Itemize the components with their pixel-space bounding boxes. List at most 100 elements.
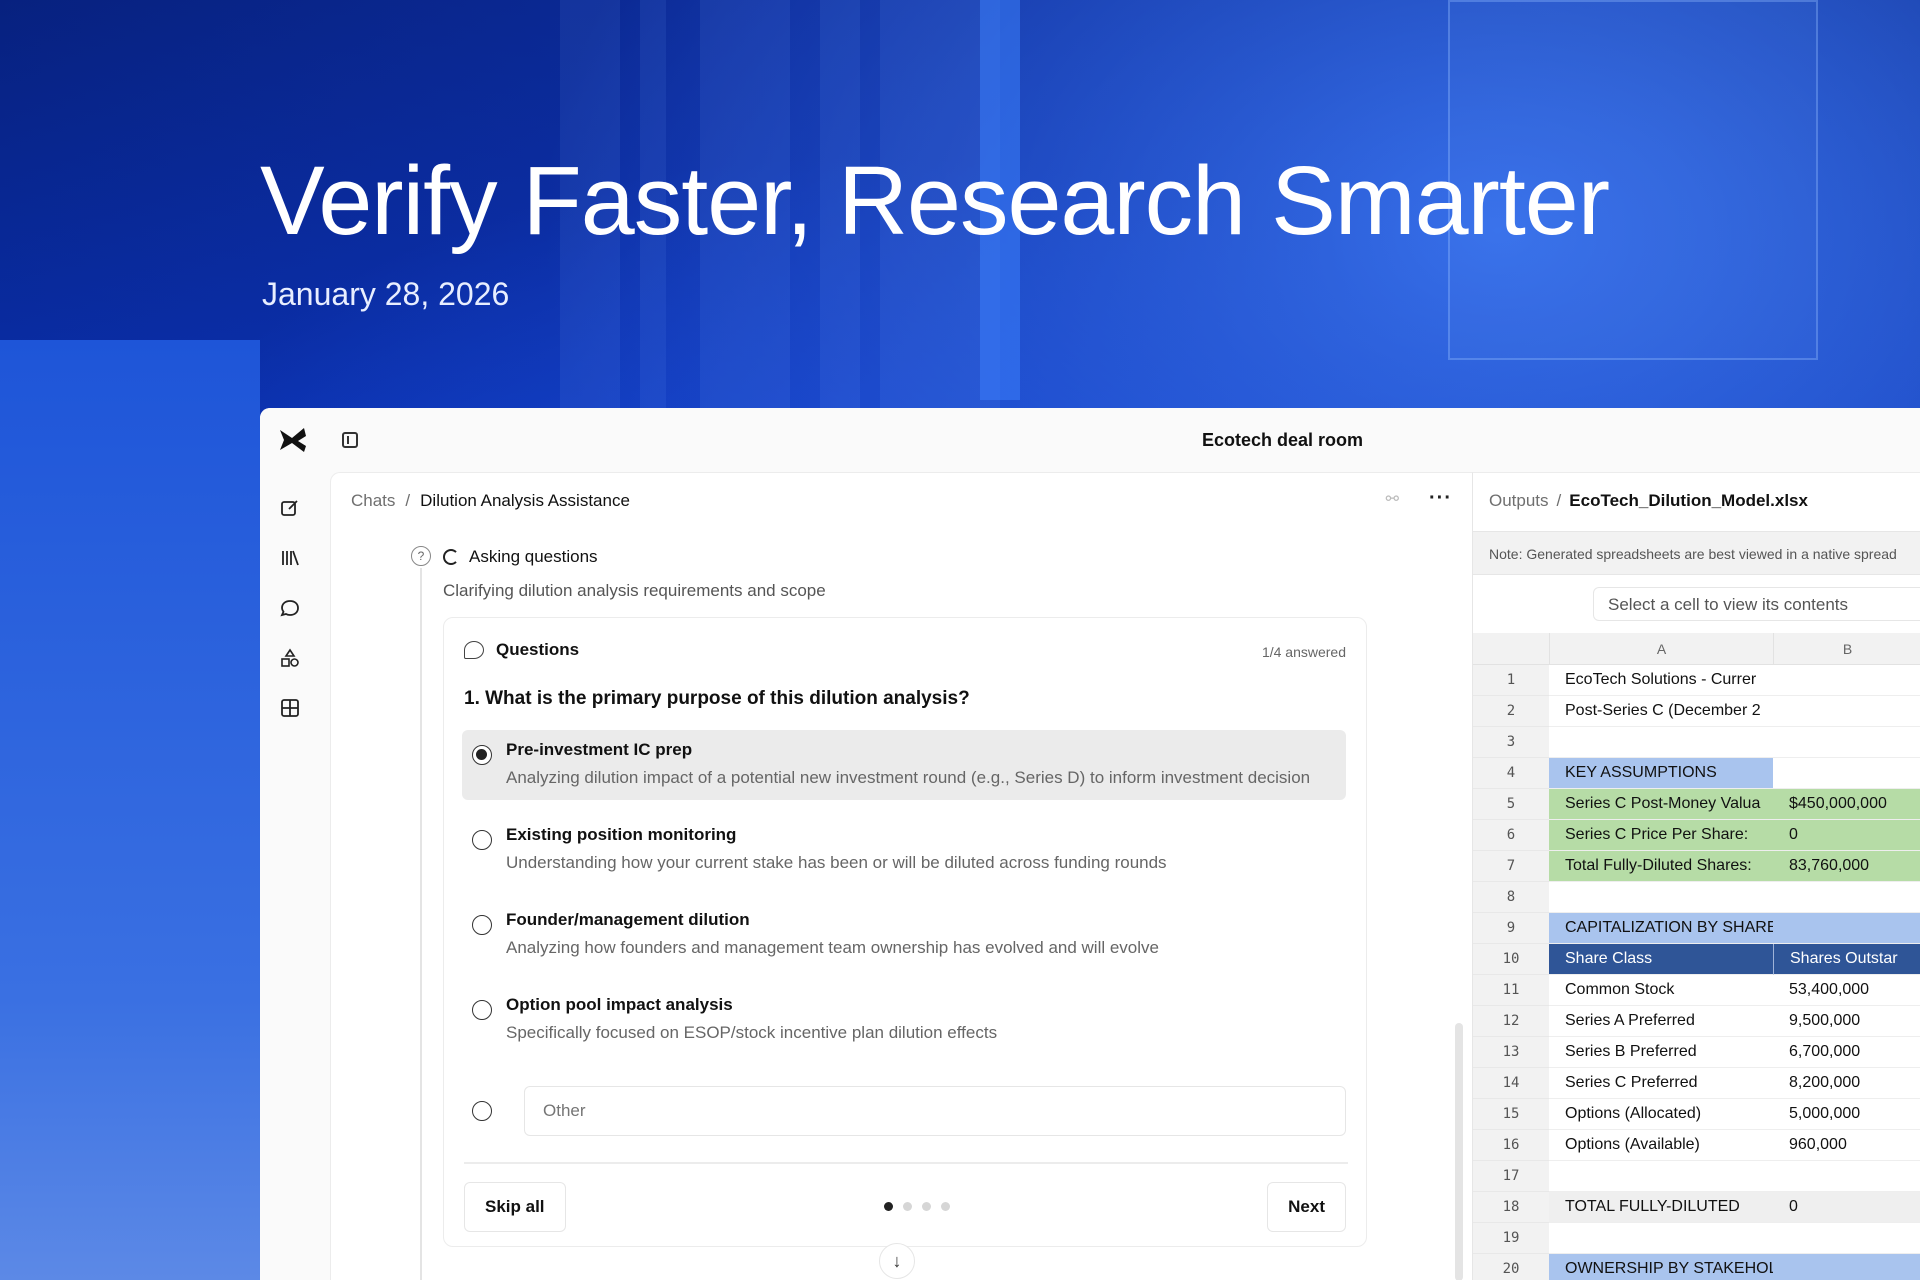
other-input[interactable] (524, 1086, 1346, 1136)
arrow-down-icon[interactable]: ↓ (879, 1243, 915, 1279)
row-number[interactable]: 19 (1473, 1223, 1549, 1254)
row-number[interactable]: 2 (1473, 696, 1549, 727)
table-icon[interactable] (278, 696, 302, 720)
pager-dot[interactable] (903, 1202, 912, 1211)
cell-a6[interactable]: Series C Price Per Share: (1549, 820, 1773, 851)
radio-unselected[interactable] (472, 830, 492, 850)
cell-a15[interactable]: Options (Allocated) (1549, 1099, 1773, 1130)
cell-a11[interactable]: Common Stock (1549, 975, 1773, 1006)
status-subtitle: Clarifying dilution analysis requirement… (443, 581, 826, 600)
next-button[interactable]: Next (1267, 1182, 1346, 1232)
row-number[interactable]: 5 (1473, 789, 1549, 820)
cell-a18[interactable]: TOTAL FULLY-DILUTED (1549, 1192, 1773, 1223)
row-number[interactable]: 18 (1473, 1192, 1549, 1223)
hero-title: Verify Faster, Research Smarter (260, 146, 1610, 255)
row-number[interactable]: 6 (1473, 820, 1549, 851)
outputs-link[interactable]: Outputs (1489, 491, 1549, 510)
cell-b5[interactable]: $450,000,000 (1773, 789, 1920, 820)
cell-b14[interactable]: 8,200,000 (1773, 1068, 1920, 1099)
cell-b20[interactable] (1773, 1254, 1920, 1280)
cell-viewer[interactable]: Select a cell to view its contents (1593, 587, 1920, 621)
cell-b12[interactable]: 9,500,000 (1773, 1006, 1920, 1037)
cell-b13[interactable]: 6,700,000 (1773, 1037, 1920, 1068)
cell-a9[interactable]: CAPITALIZATION BY SHARE CLASS (1549, 913, 1773, 944)
cell-a2[interactable]: Post-Series C (December 2 (1549, 696, 1773, 727)
cell-a8[interactable] (1549, 882, 1773, 913)
cell-a7[interactable]: Total Fully-Diluted Shares: (1549, 851, 1773, 882)
row-number[interactable]: 7 (1473, 851, 1549, 882)
cell-b2[interactable] (1773, 696, 1920, 727)
question-pager (884, 1202, 950, 1211)
radio-other[interactable] (472, 1101, 492, 1121)
row-number[interactable]: 16 (1473, 1130, 1549, 1161)
pager-dot[interactable] (922, 1202, 931, 1211)
chat-pane: Chats / Dilution Analysis Assistance ⚯ ···… (330, 472, 1472, 1280)
cell-b15[interactable]: 5,000,000 (1773, 1099, 1920, 1130)
row-number[interactable]: 15 (1473, 1099, 1549, 1130)
skip-all-button[interactable]: Skip all (464, 1182, 566, 1232)
question-text: 1. What is the primary purpose of this d… (464, 688, 970, 709)
column-header-a[interactable]: A (1549, 633, 1773, 665)
option-existing-position[interactable]: Existing position monitoring Understandi… (462, 815, 1346, 885)
shapes-icon[interactable] (278, 646, 302, 670)
outputs-pane: Outputs / EcoTech_Dilution_Model.xlsx Note… (1472, 472, 1920, 1280)
row-number[interactable]: 3 (1473, 727, 1549, 758)
radio-unselected[interactable] (472, 1000, 492, 1020)
row-number[interactable]: 10 (1473, 944, 1549, 975)
row-number[interactable]: 8 (1473, 882, 1549, 913)
new-chat-icon[interactable] (278, 496, 302, 520)
cell-b10[interactable]: Shares Outstar (1773, 944, 1920, 975)
library-icon[interactable] (278, 546, 302, 570)
breadcrumb-chats-link[interactable]: Chats (351, 491, 395, 510)
cell-b19[interactable] (1773, 1223, 1920, 1254)
row-number[interactable]: 20 (1473, 1254, 1549, 1280)
cell-b17[interactable] (1773, 1161, 1920, 1192)
row-number[interactable]: 13 (1473, 1037, 1549, 1068)
corner-cell (1473, 633, 1549, 665)
radio-selected[interactable] (472, 745, 492, 765)
cell-b7[interactable]: 83,760,000 (1773, 851, 1920, 882)
cell-b9[interactable] (1773, 913, 1920, 944)
cell-a10[interactable]: Share Class (1549, 944, 1773, 975)
option-pre-investment[interactable]: Pre-investment IC prep Analyzing dilutio… (462, 730, 1346, 800)
chat-scrollbar[interactable] (1455, 1023, 1463, 1280)
cell-a5[interactable]: Series C Post-Money Valua (1549, 789, 1773, 820)
cell-b3[interactable] (1773, 727, 1920, 758)
row-number[interactable]: 14 (1473, 1068, 1549, 1099)
option-title: Existing position monitoring (506, 825, 737, 844)
cell-b18[interactable]: 0 (1773, 1192, 1920, 1223)
cell-a3[interactable] (1549, 727, 1773, 758)
radio-unselected[interactable] (472, 915, 492, 935)
cell-b16[interactable]: 960,000 (1773, 1130, 1920, 1161)
column-header-b[interactable]: B (1773, 633, 1920, 665)
cell-a1[interactable]: EcoTech Solutions - Currer (1549, 665, 1773, 696)
cell-b4[interactable] (1773, 758, 1920, 789)
cell-a14[interactable]: Series C Preferred (1549, 1068, 1773, 1099)
cell-a13[interactable]: Series B Preferred (1549, 1037, 1773, 1068)
row-number[interactable]: 17 (1473, 1161, 1549, 1192)
row-number[interactable]: 11 (1473, 975, 1549, 1006)
chat-icon[interactable] (278, 596, 302, 620)
row-number[interactable]: 1 (1473, 665, 1549, 696)
cell-b8[interactable] (1773, 882, 1920, 913)
pager-dot[interactable] (941, 1202, 950, 1211)
app-logo-icon[interactable] (278, 426, 308, 454)
cell-b6[interactable]: 0 (1773, 820, 1920, 851)
sidebar-toggle-icon[interactable] (342, 432, 358, 448)
more-options-icon[interactable]: ··· (1429, 487, 1452, 510)
cell-b1[interactable] (1773, 665, 1920, 696)
cell-a16[interactable]: Options (Available) (1549, 1130, 1773, 1161)
row-number[interactable]: 9 (1473, 913, 1549, 944)
cell-a12[interactable]: Series A Preferred (1549, 1006, 1773, 1037)
cell-a4[interactable]: KEY ASSUMPTIONS (1549, 758, 1773, 789)
cell-a19[interactable] (1549, 1223, 1773, 1254)
row-number[interactable]: 12 (1473, 1006, 1549, 1037)
pager-dot-active[interactable] (884, 1202, 893, 1211)
cell-b11[interactable]: 53,400,000 (1773, 975, 1920, 1006)
cell-a20[interactable]: OWNERSHIP BY STAKEHOLDER (1549, 1254, 1773, 1280)
option-pool-impact[interactable]: Option pool impact analysis Specifically… (462, 985, 1346, 1055)
option-founder-dilution[interactable]: Founder/management dilution Analyzing ho… (462, 900, 1346, 970)
branch-icon[interactable]: ⚯ (1386, 489, 1399, 509)
row-number[interactable]: 4 (1473, 758, 1549, 789)
cell-a17[interactable] (1549, 1161, 1773, 1192)
